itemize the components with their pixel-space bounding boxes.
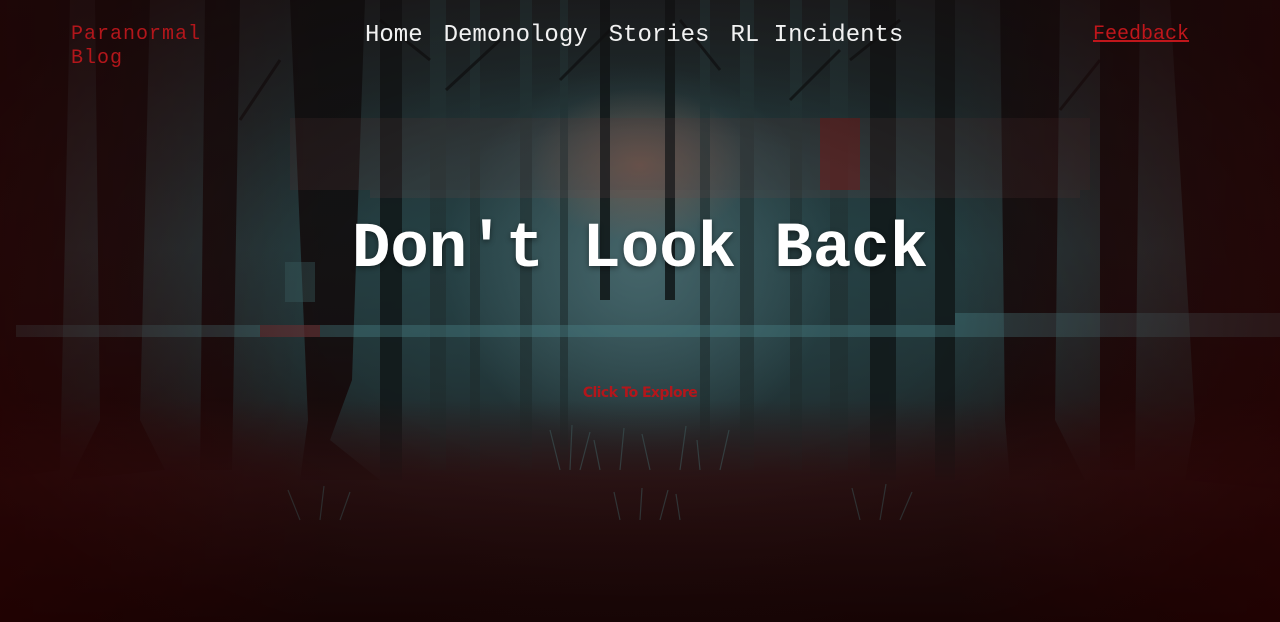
nav-rl-incidents-link[interactable]: RL Incidents (730, 22, 903, 50)
hero-section: Paranormal Blog Home Demonology Stories … (0, 0, 1280, 622)
nav-links: Home Demonology Stories RL Incidents (365, 22, 903, 50)
dark-forest-background (0, 0, 1280, 622)
nav-home-link[interactable]: Home (365, 22, 423, 50)
explore-cta-link[interactable]: Click To Explore (540, 385, 740, 401)
feedback-link[interactable]: Feedback (1093, 23, 1189, 47)
site-logo-text[interactable]: Paranormal Blog (71, 23, 231, 71)
top-navigation: Paranormal Blog Home Demonology Stories … (0, 0, 1280, 80)
nav-demonology-link[interactable]: Demonology (444, 22, 588, 50)
hero-headline: Don't Look Back (351, 214, 929, 286)
nav-stories-link[interactable]: Stories (609, 22, 710, 50)
